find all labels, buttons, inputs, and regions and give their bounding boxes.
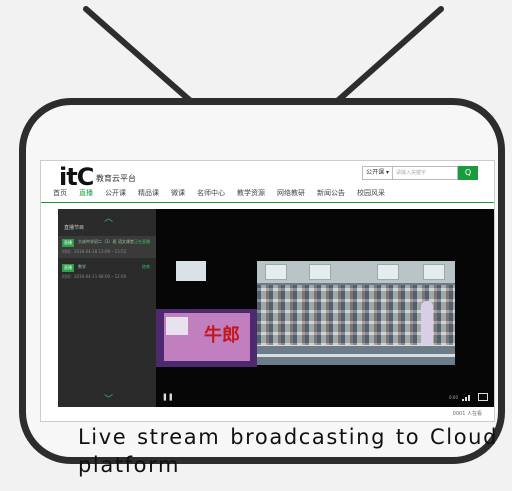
live-badge: 直播 <box>62 239 74 247</box>
nav-item-research[interactable]: 网络教研 <box>277 188 305 198</box>
classroom-window <box>265 264 287 280</box>
live-badge: 直播 <box>62 264 74 272</box>
live-item-status: 结束 <box>142 264 150 269</box>
nav-item-campus[interactable]: 校园风采 <box>357 188 385 198</box>
classroom-window <box>423 264 445 280</box>
nav-item-home[interactable]: 首页 <box>53 188 67 198</box>
video-player[interactable]: 牛郎 ❚❚ 0:00 <box>156 209 494 407</box>
site-name: 教育云平台 <box>96 174 136 183</box>
nav-underline <box>41 202 494 203</box>
nav-item-resources[interactable]: 教学资源 <box>237 188 265 198</box>
volume-bars-icon[interactable] <box>462 394 472 401</box>
classroom-window <box>377 264 399 280</box>
site-header: itC 教育云平台 公开课 ▾ 请输入关键字 Q 首页 直播 公开课 精品课 微… <box>41 161 494 203</box>
browser-screen: itC 教育云平台 公开课 ▾ 请输入关键字 Q 首页 直播 公开课 精品课 微… <box>40 160 495 422</box>
player-control-bar: ❚❚ 0:00 <box>156 387 494 407</box>
live-list-item[interactable]: 直播 大成中学初二（1）班 语文课堂 正在直播 时间：2016-04-18 13… <box>58 236 156 258</box>
main-nav: 首页 直播 公开课 精品课 微课 名师中心 教学资源 网络教研 新闻公告 校园风… <box>53 188 385 198</box>
search-category-select[interactable]: 公开课 ▾ <box>362 166 393 180</box>
playback-time: 0:00 <box>449 395 458 400</box>
sidebar-title: 直播节目 <box>64 225 85 231</box>
live-item-status: 正在直播 <box>134 239 150 244</box>
live-item-time: 时间：2016-04-11 08:00 – 12:00 <box>62 274 127 279</box>
nav-item-live[interactable]: 直播 <box>79 188 93 198</box>
nav-item-teachers[interactable]: 名师中心 <box>197 188 225 198</box>
caption-text: Live stream broadcasting to Cloud platfo… <box>78 425 498 477</box>
search-input[interactable]: 请输入关键字 <box>393 166 458 180</box>
fullscreen-icon[interactable] <box>478 393 488 401</box>
camera-thumbnail <box>176 261 206 281</box>
nav-item-open-class[interactable]: 公开课 <box>105 188 126 198</box>
live-list-item[interactable]: 直播 数学 结束 时间：2016-04-11 08:00 – 12:00 <box>58 261 156 283</box>
nav-item-news[interactable]: 新闻公告 <box>317 188 345 198</box>
pause-icon[interactable]: ❚❚ <box>162 393 174 401</box>
classroom-video-feed <box>257 261 455 365</box>
live-item-title: 数学 <box>78 264 86 269</box>
search-bar: 公开课 ▾ 请输入关键字 Q <box>362 166 478 180</box>
nav-item-quality-class[interactable]: 精品课 <box>138 188 159 198</box>
search-button[interactable]: Q <box>458 166 478 180</box>
slide-title: 牛郎 <box>204 325 240 346</box>
live-item-title: 大成中学初二（1）班 语文课堂 <box>78 239 134 244</box>
site-logo[interactable]: itC <box>59 163 94 191</box>
courseware-slide: 牛郎 <box>156 309 257 367</box>
chevron-down-icon[interactable]: ﹀ <box>104 392 113 405</box>
live-item-time: 时间：2016-04-18 13:09 – 13:52 <box>62 249 127 254</box>
teacher-figure <box>421 301 433 345</box>
slide-inset-image <box>166 317 188 335</box>
classroom-window <box>309 264 331 280</box>
nav-item-micro-class[interactable]: 微课 <box>171 188 185 198</box>
classroom-wall <box>257 261 455 283</box>
chevron-up-icon[interactable]: ︿ <box>104 211 113 224</box>
viewer-count: 0001 人在看 <box>452 411 482 417</box>
live-list-sidebar: ︿ 直播节目 直播 大成中学初二（1）班 语文课堂 正在直播 时间：2016-0… <box>58 209 156 407</box>
